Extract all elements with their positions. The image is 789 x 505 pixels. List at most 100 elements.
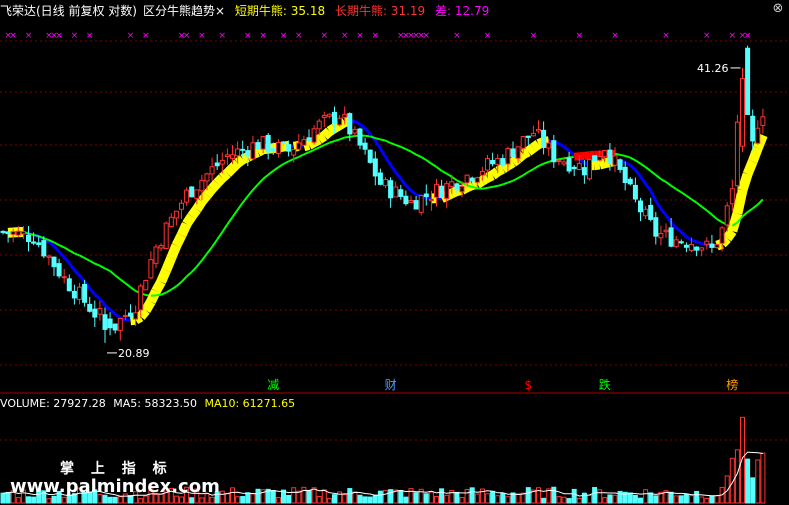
short-trend-segment: [326, 123, 338, 136]
short-trend-segment: [98, 297, 107, 307]
candle-body: [5, 231, 11, 235]
long-trend-segment: [293, 155, 300, 160]
candle-body: [163, 222, 169, 249]
long-trend-segment: [701, 205, 708, 212]
volume-bar: [587, 494, 592, 504]
volume-bar: [439, 488, 445, 504]
close-chart-icon[interactable]: ⊗: [771, 2, 785, 16]
volume-bar: [275, 497, 281, 504]
signal-labels: 减 财 $ 跌 榜: [267, 377, 738, 392]
long-trend-segment: [298, 153, 305, 158]
short-trend-segment: [489, 167, 501, 180]
candle-body: [602, 150, 608, 158]
volume-bar: [112, 496, 118, 504]
short-trend-segment: [379, 147, 387, 158]
candle-body: [286, 144, 292, 152]
signal-label: 减: [267, 378, 279, 392]
long-trend-segment: [435, 166, 443, 172]
short-term-value: 短期牛熊: 35.18: [234, 4, 326, 18]
short-trend-segment: [384, 156, 392, 166]
short-trend-segment: [129, 314, 137, 326]
candle-body: [750, 115, 756, 142]
long-trend-segment: [241, 195, 249, 204]
short-trend-segment: [520, 147, 531, 159]
candle-body: [536, 128, 541, 132]
close-x-icon[interactable]: ×: [215, 4, 225, 18]
short-trend-segment: [316, 131, 328, 144]
signal-marker: ×: [530, 31, 538, 41]
volume-bar: [551, 486, 557, 504]
signal-marker: ×: [71, 31, 79, 41]
candle-body: [26, 234, 31, 243]
volume-bar: [173, 495, 179, 504]
volume-bar: [434, 496, 439, 504]
chart-canvas: ×× × ××× × × × × ×× × × × × × × × × × × ×××××× × × × × × × × × ×× 减…: [0, 31, 789, 504]
low-annotation-label: 20.89: [118, 347, 150, 360]
candle-body: [709, 243, 715, 248]
short-trend-segment: [479, 173, 491, 186]
short-trend-segment: [737, 172, 753, 192]
volume-bar: [367, 496, 373, 504]
short-trend-segment: [525, 143, 537, 156]
long-trend-segment: [558, 157, 565, 161]
candle-body: [230, 154, 235, 159]
volume-bar: [469, 487, 475, 504]
volume-bar: [474, 493, 480, 504]
candle-body: [658, 233, 664, 239]
long-trend-segment: [109, 270, 116, 277]
volume-bar: [240, 496, 246, 504]
ma10-value: MA10: 61271.65: [204, 397, 296, 410]
long-trend-segment: [33, 233, 39, 238]
candle-body: [643, 208, 649, 217]
volume-bar: [561, 496, 567, 504]
indicator-header: 飞荣达(日线 前复权 对数) 区分牛熊趋势× 短期牛熊: 35.18 长期牛熊: …: [0, 2, 495, 20]
volume-bar: [602, 497, 608, 504]
long-trend-segment: [507, 179, 514, 184]
candle-body: [122, 314, 128, 317]
long-trend-segment: [446, 172, 453, 178]
long-trend-segment: [339, 136, 346, 141]
long-trend-segment: [369, 135, 376, 139]
short-trend-segment: [723, 228, 737, 242]
candle-body: [561, 161, 567, 165]
candle-body: [311, 128, 317, 143]
volume-bar: [377, 490, 383, 504]
volume-bar: [301, 486, 307, 504]
signal-markers: ×× × ××× × × × × ×× × × × × × × × × × × ×××××× × × × × × × × × ××: [4, 31, 751, 41]
long-trend-segment: [262, 174, 269, 180]
signal-label: $: [524, 378, 532, 392]
long-trend-segment: [425, 159, 432, 165]
short-trend-segment: [500, 161, 511, 174]
candle-body: [15, 230, 21, 236]
volume-bar: [362, 496, 368, 504]
candle-body: [143, 279, 149, 291]
volume-bar: [485, 493, 490, 504]
candle-body: [235, 148, 241, 157]
volume-bar: [724, 475, 730, 504]
candle-body: [301, 139, 307, 146]
candle-body: [653, 217, 659, 237]
signal-marker: ×: [423, 31, 431, 41]
candle-body: [755, 127, 761, 144]
candle-body: [566, 157, 572, 172]
signal-marker: ×: [86, 31, 94, 41]
signal-marker: ×: [611, 31, 619, 41]
candle-body: [362, 142, 368, 150]
long-trend-segment: [629, 156, 636, 162]
volume-bar: [638, 497, 643, 504]
candle-body: [173, 210, 179, 219]
volume-bar: [673, 495, 679, 504]
long-trend-segment: [94, 262, 101, 267]
candle-body: [490, 160, 496, 165]
candle-body: [189, 186, 195, 198]
short-trend-segment: [394, 171, 402, 180]
candle-body: [306, 137, 312, 141]
volume-bar: [286, 494, 292, 504]
candle-body: [439, 185, 445, 199]
volume-bar: [245, 492, 251, 504]
volume-bar: [398, 490, 404, 504]
candle-body: [383, 179, 388, 187]
candle-body: [56, 263, 62, 277]
candle-body: [464, 174, 470, 184]
volume-bar: [209, 496, 215, 504]
